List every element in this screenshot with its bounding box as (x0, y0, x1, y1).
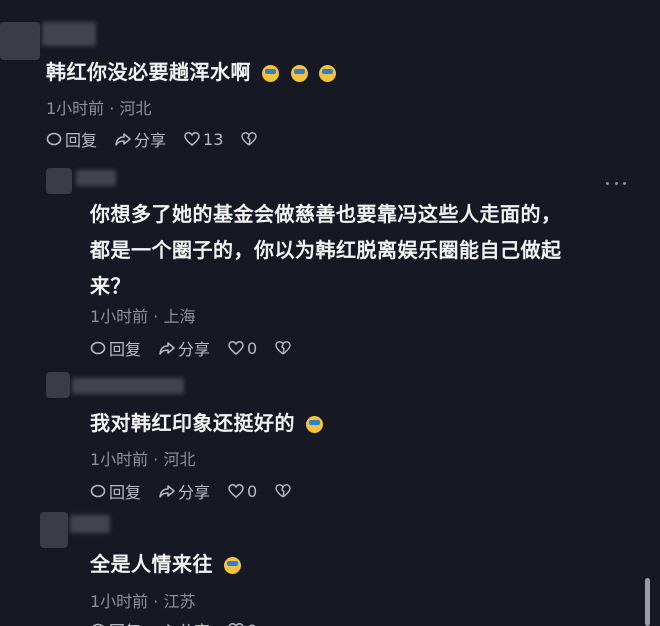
comment-meta-2: 1小时前 · 上海 (90, 307, 196, 326)
share-icon (159, 622, 175, 626)
username-masked[interactable] (76, 170, 116, 186)
comment-feed: 韩红你没必要趟浑水啊 1小时前 · 河北 回复 分享 13 你想多了她的基金会做… (0, 0, 660, 626)
scrollbar-thumb[interactable] (645, 578, 650, 626)
share-icon (159, 340, 175, 356)
share-button[interactable]: 分享 (115, 127, 166, 151)
comment-meta-4: 1小时前 · 江苏 (90, 592, 196, 611)
more-options-button[interactable] (606, 182, 626, 186)
emoji-icon (319, 65, 337, 82)
share-button[interactable]: 分享 (159, 336, 210, 360)
like-button[interactable]: 0 (228, 482, 257, 501)
dot-icon (614, 182, 618, 185)
avatar[interactable] (40, 512, 68, 548)
reply-button[interactable]: 回复 (90, 618, 141, 626)
comment-actions-2: 回复 分享 0 (90, 336, 312, 360)
username-masked[interactable] (70, 515, 110, 533)
dot-icon (623, 182, 626, 185)
like-button[interactable]: 0 (228, 621, 257, 626)
reply-icon (90, 340, 106, 356)
reply-button[interactable]: 回复 (90, 336, 141, 360)
comment-actions-3: 回复 分享 0 (90, 479, 312, 503)
emoji-icon (290, 65, 308, 82)
broken-heart-icon (241, 131, 258, 147)
share-icon (115, 131, 131, 147)
dot-icon (606, 182, 609, 185)
reply-icon (46, 131, 62, 147)
like-button[interactable]: 13 (184, 130, 223, 149)
reply-icon (90, 483, 106, 499)
emoji-icon (224, 557, 242, 574)
dislike-button[interactable] (275, 340, 294, 356)
comment-meta-1: 1小时前 · 河北 (46, 99, 152, 118)
reply-icon (90, 622, 106, 626)
username-masked[interactable] (72, 378, 184, 394)
like-button[interactable]: 0 (228, 339, 257, 358)
comment-actions-4: 回复 分享 0 (90, 618, 275, 626)
share-button[interactable]: 分享 (159, 618, 210, 626)
dislike-button[interactable] (241, 131, 260, 147)
comment-text-2: 你想多了她的基金会做慈善也要靠冯这些人走面的， 都是一个圈子的，你以为韩红脱离娱… (90, 202, 562, 298)
avatar[interactable] (46, 168, 72, 194)
emoji-icon (262, 65, 280, 82)
comment-meta-3: 1小时前 · 河北 (90, 450, 196, 469)
heart-icon (228, 622, 244, 626)
emoji-icon (306, 416, 324, 433)
broken-heart-icon (275, 483, 291, 499)
heart-icon (184, 131, 200, 147)
heart-icon (228, 340, 244, 356)
heart-icon (228, 483, 244, 499)
avatar[interactable] (46, 372, 70, 398)
dislike-button[interactable] (275, 483, 294, 499)
share-icon (159, 483, 175, 499)
reply-button[interactable]: 回复 (90, 479, 141, 503)
comment-text-3: 我对韩红印象还挺好的 (90, 405, 324, 441)
comment-text-1: 韩红你没必要趟浑水啊 (46, 54, 337, 90)
comment-text-4: 全是人情来往 (90, 546, 242, 582)
share-button[interactable]: 分享 (159, 479, 210, 503)
broken-heart-icon (275, 340, 291, 356)
username-masked[interactable] (42, 22, 96, 46)
comment-actions-1: 回复 分享 13 (46, 127, 278, 151)
reply-button[interactable]: 回复 (46, 127, 97, 151)
avatar[interactable] (0, 22, 40, 60)
